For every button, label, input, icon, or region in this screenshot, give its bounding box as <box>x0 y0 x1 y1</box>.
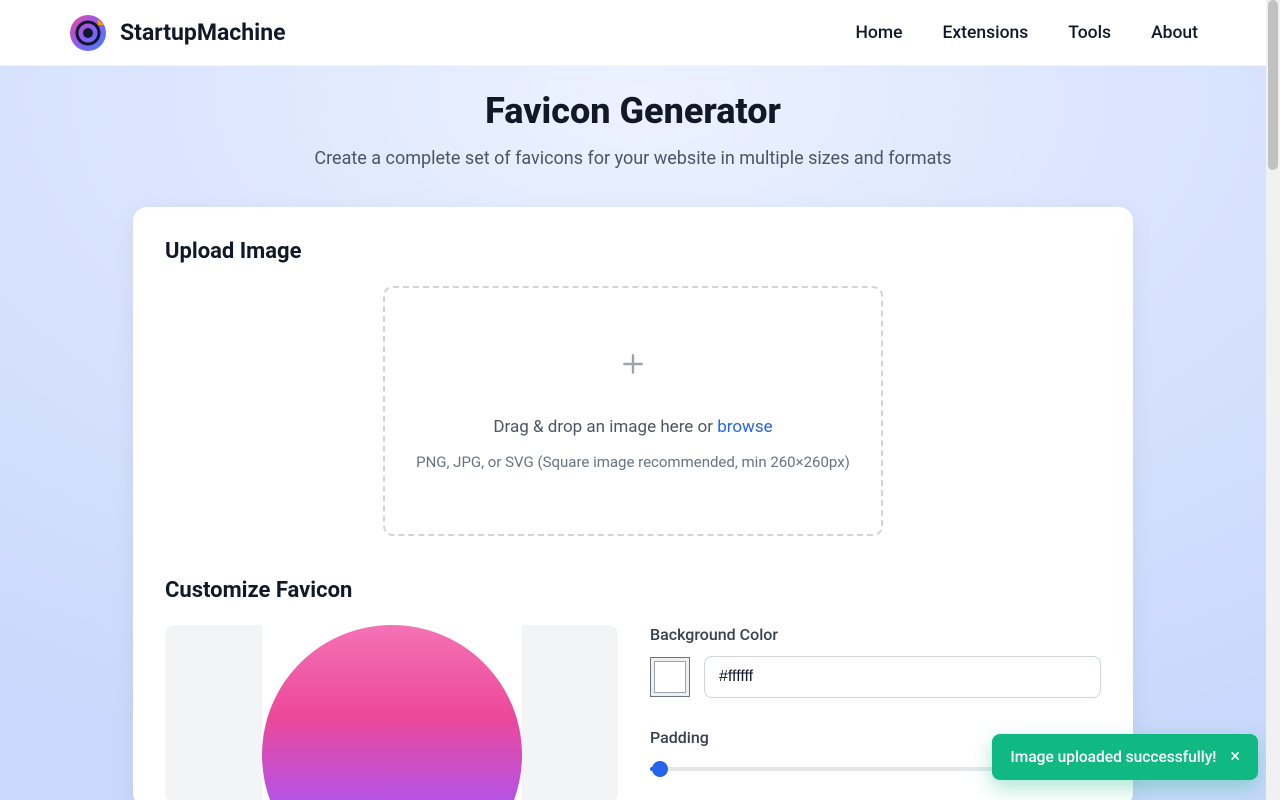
scrollbar-thumb[interactable] <box>1268 0 1278 170</box>
toast-close-icon[interactable]: × <box>1230 748 1240 766</box>
brand-name: StartupMachine <box>120 19 286 46</box>
plus-icon <box>620 351 646 381</box>
upload-heading: Upload Image <box>165 239 1101 264</box>
site-header: StartupMachine Home Extensions Tools Abo… <box>0 0 1266 66</box>
nav-extensions[interactable]: Extensions <box>942 23 1028 43</box>
primary-nav: Home Extensions Tools About <box>856 23 1199 43</box>
brand-logo-icon <box>68 13 108 53</box>
swatch-color <box>654 661 686 693</box>
preview-canvas <box>262 625 522 800</box>
slider-thumb[interactable] <box>652 761 668 777</box>
brand[interactable]: StartupMachine <box>68 13 286 53</box>
nav-home[interactable]: Home <box>856 23 903 43</box>
toast-message: Image uploaded successfully! <box>1010 748 1216 766</box>
bg-color-swatch[interactable] <box>650 657 690 697</box>
customize-heading: Customize Favicon <box>165 578 1101 603</box>
hero-section: Favicon Generator Create a complete set … <box>0 66 1266 800</box>
browse-link[interactable]: browse <box>717 417 772 437</box>
nav-tools[interactable]: Tools <box>1068 23 1111 43</box>
bg-color-label: Background Color <box>650 625 1101 644</box>
bg-color-row <box>650 656 1101 698</box>
success-toast: Image uploaded successfully! × <box>992 734 1258 780</box>
vertical-scrollbar[interactable] <box>1266 0 1280 800</box>
dropzone-text: Drag & drop an image here or browse <box>493 417 772 437</box>
upload-dropzone[interactable]: Drag & drop an image here or browse PNG,… <box>383 286 883 536</box>
favicon-preview <box>165 625 618 800</box>
page-subtitle: Create a complete set of favicons for yo… <box>0 148 1266 169</box>
customize-row: Background Color Padding <box>165 625 1101 800</box>
dropzone-prefix: Drag & drop an image here or <box>493 417 717 437</box>
preview-image <box>262 625 522 800</box>
page-title: Favicon Generator <box>0 90 1266 132</box>
main-card: Upload Image Drag & drop an image here o… <box>133 207 1133 800</box>
nav-about[interactable]: About <box>1151 23 1198 43</box>
bg-color-input[interactable] <box>704 656 1101 698</box>
dropzone-hint: PNG, JPG, or SVG (Square image recommend… <box>416 453 850 471</box>
